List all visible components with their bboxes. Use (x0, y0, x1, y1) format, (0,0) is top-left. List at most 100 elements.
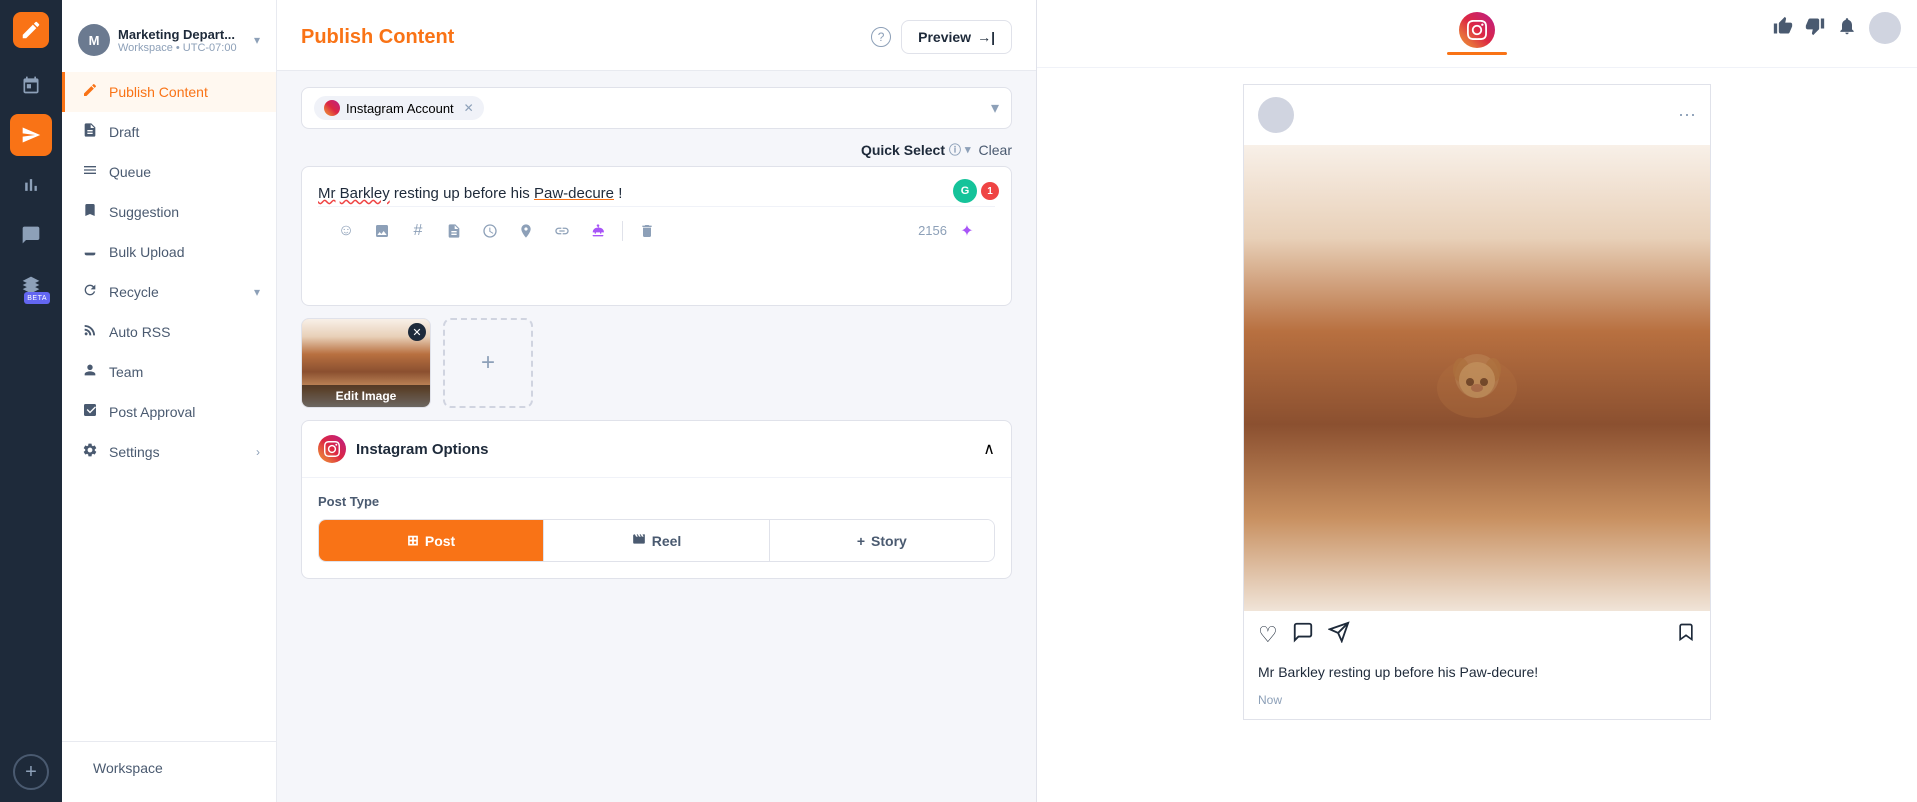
clock-icon[interactable] (474, 215, 506, 247)
account-chip[interactable]: Instagram Account ✕ (314, 96, 484, 120)
settings-nav-icon (81, 442, 99, 462)
recycle-nav-label: Recycle (109, 284, 159, 300)
ig-save-icon[interactable] (1676, 622, 1696, 648)
publish-nav-label: Publish Content (109, 84, 208, 100)
location-icon[interactable] (510, 215, 542, 247)
nav-bulk-upload[interactable]: Bulk Upload (62, 232, 276, 272)
hashtag-icon[interactable]: # (402, 215, 434, 247)
post-type-area: Post Type ⊞ Post Reel (302, 478, 1011, 578)
nav-auto-rss[interactable]: Auto RSS (62, 312, 276, 352)
text-word-mr: Mr (318, 185, 336, 202)
publish-panel: Publish Content ? Preview →| Instagram A… (277, 0, 1037, 802)
post-type-story-button[interactable]: + Story (769, 520, 994, 561)
nav-draft[interactable]: Draft (62, 112, 276, 152)
team-nav-label: Team (109, 364, 143, 380)
settings-nav-label: Settings (109, 444, 160, 460)
publish-nav-icon (81, 82, 99, 102)
compose-text: Mr Barkley resting up before his Paw-dec… (318, 183, 995, 206)
quick-select-info-icon[interactable]: ⓘ (949, 141, 961, 158)
preview-content: ⋯ (1037, 68, 1917, 802)
recycle-expand-icon: ▾ (254, 285, 260, 299)
ig-dog-image (1244, 145, 1710, 611)
draft-nav-label: Draft (109, 124, 139, 140)
ig-comment-icon[interactable] (1292, 621, 1314, 649)
thumbs-down-icon[interactable] (1805, 16, 1825, 41)
preview-label: Preview (918, 29, 971, 45)
nav-publish-content[interactable]: Publish Content (62, 72, 276, 112)
nav-recycle[interactable]: Recycle ▾ (62, 272, 276, 312)
notification-badge: 1 (981, 182, 999, 200)
ig-post-caption: Mr Barkley resting up before his Paw-dec… (1244, 659, 1710, 691)
ig-post-time: Now (1244, 691, 1710, 719)
ig-share-icon[interactable] (1328, 621, 1350, 649)
magic-wand-icon[interactable]: ✦ (951, 215, 983, 247)
post-type-story-icon: + (857, 533, 865, 549)
post-type-reel-button[interactable]: Reel (543, 520, 768, 561)
text-compose[interactable]: Mr Barkley resting up before his Paw-dec… (301, 166, 1012, 306)
instagram-options-header[interactable]: Instagram Options ∧ (302, 421, 1011, 478)
post-approval-nav-label: Post Approval (109, 404, 195, 420)
sidebar-publish-icon[interactable] (10, 114, 52, 156)
add-workspace-button[interactable]: + (13, 754, 49, 790)
post-type-buttons: ⊞ Post Reel + Story (318, 519, 995, 562)
page-title: Publish Content (301, 26, 861, 49)
add-media-button[interactable]: + (443, 318, 533, 408)
image-icon[interactable] (366, 215, 398, 247)
main-content: Publish Content ? Preview →| Instagram A… (277, 0, 1917, 802)
quick-select-chevron-icon[interactable]: ▾ (965, 143, 971, 156)
clear-button[interactable]: Clear (979, 142, 1012, 158)
publish-header: Publish Content ? Preview →| (277, 0, 1036, 71)
workspace-selector[interactable]: M Marketing Depart... Workspace • UTC-07… (62, 16, 276, 72)
remove-media-button[interactable]: ✕ (408, 323, 426, 341)
workspace-name: Marketing Depart... (118, 27, 246, 42)
app-logo[interactable] (13, 12, 49, 48)
account-name: Instagram Account (346, 101, 454, 116)
sidebar-calendar-icon[interactable] (10, 64, 52, 106)
workspace-info: Marketing Depart... Workspace • UTC-07:0… (118, 27, 246, 54)
link-icon[interactable] (546, 215, 578, 247)
nav-settings[interactable]: Settings › (62, 432, 276, 472)
media-thumbnail[interactable]: ✕ Edit Image (301, 318, 431, 408)
post-type-post-button[interactable]: ⊞ Post (319, 520, 543, 561)
instagram-options: Instagram Options ∧ Post Type ⊞ Post (301, 420, 1012, 579)
ig-like-icon[interactable]: ♡ (1258, 622, 1278, 648)
nav-workspace[interactable]: Workspace (62, 750, 276, 786)
instagram-options-collapse-icon: ∧ (983, 439, 995, 459)
ig-post-more-icon[interactable]: ⋯ (1678, 105, 1696, 126)
remove-account-button[interactable]: ✕ (464, 101, 474, 115)
nav-suggestion[interactable]: Suggestion (62, 192, 276, 232)
team-nav-icon (81, 362, 99, 382)
instagram-dot-icon (324, 100, 340, 116)
sidebar-layers-icon[interactable]: BETA (10, 264, 52, 306)
grammarly-icon[interactable]: G (953, 179, 977, 203)
account-expand-icon[interactable]: ▾ (991, 98, 999, 118)
user-avatar[interactable] (1869, 12, 1901, 44)
compose-area: Instagram Account ✕ ▾ Quick Select ⓘ ▾ C… (277, 71, 1036, 802)
nav-team[interactable]: Team (62, 352, 276, 392)
media-area: ✕ Edit Image + (301, 318, 1012, 408)
help-icon[interactable]: ? (871, 27, 891, 47)
emoji-icon[interactable]: ☺ (330, 215, 362, 247)
thumbs-up-icon[interactable] (1773, 16, 1793, 41)
draft-nav-icon (81, 122, 99, 142)
instagram-tab-underline (1447, 52, 1507, 55)
ig-post-image (1244, 145, 1710, 611)
sidebar-messages-icon[interactable] (10, 214, 52, 256)
post-type-reel-icon (632, 532, 646, 549)
char-count: 2156 (918, 223, 947, 238)
edit-image-label: Edit Image (302, 385, 430, 407)
quick-select-label: Quick Select ⓘ ▾ (861, 141, 971, 158)
nav-post-approval[interactable]: Post Approval (62, 392, 276, 432)
bot-icon[interactable] (582, 215, 614, 247)
sidebar-analytics-icon[interactable] (10, 164, 52, 206)
document-icon[interactable] (438, 215, 470, 247)
preview-button[interactable]: Preview →| (901, 20, 1012, 54)
auto-rss-nav-label: Auto RSS (109, 324, 170, 340)
trash-icon[interactable] (631, 215, 663, 247)
nav-queue[interactable]: Queue (62, 152, 276, 192)
instagram-preview-tab[interactable] (1447, 12, 1507, 55)
workspace-avatar: M (78, 24, 110, 56)
suggestion-nav-label: Suggestion (109, 204, 179, 220)
ig-post-card: ⋯ (1243, 84, 1711, 720)
notification-icon[interactable] (1837, 16, 1857, 41)
